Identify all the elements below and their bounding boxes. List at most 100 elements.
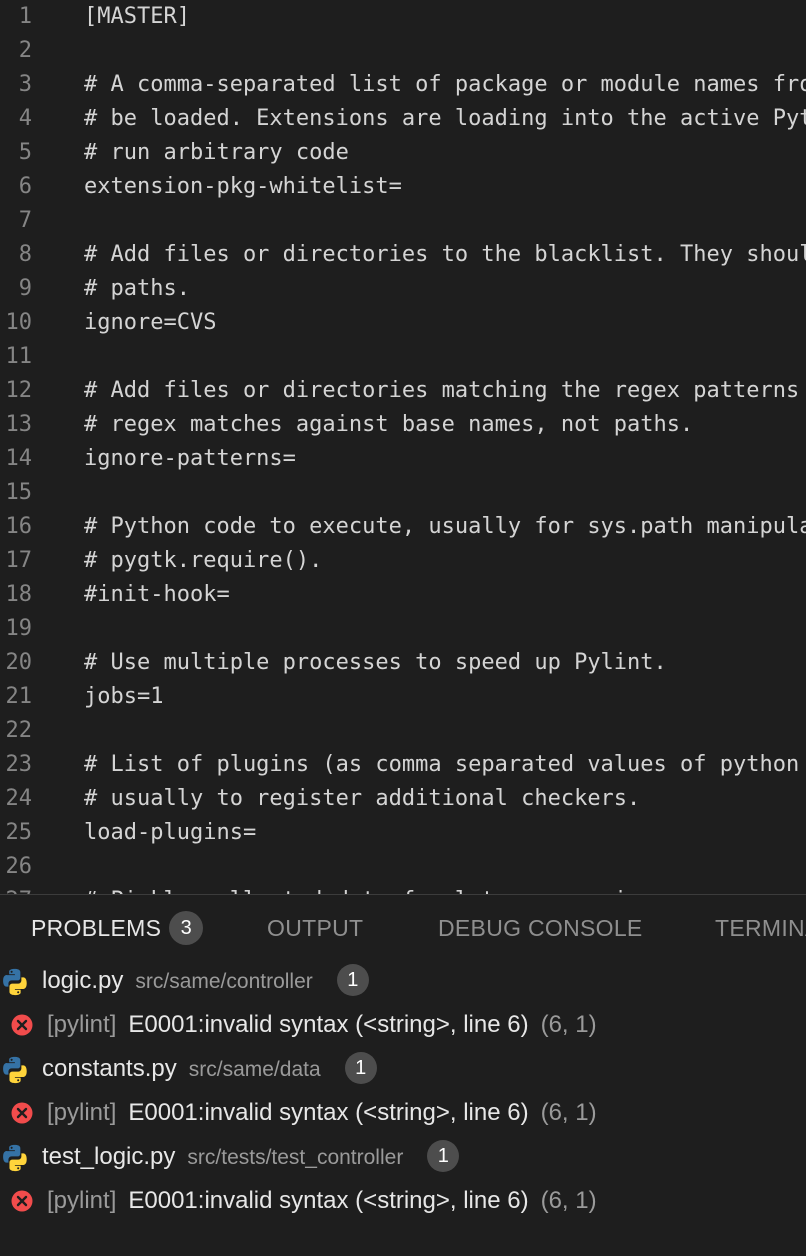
code-line[interactable]: 7 [0, 204, 806, 238]
problems-count-badge: 3 [169, 910, 204, 945]
line-number: 20 [5, 650, 33, 675]
tab-label: TERMINAL [715, 915, 806, 941]
panel-tabs: PROBLEMS 3 OUTPUT DEBUG CONSOLE TERMINAL [0, 895, 806, 959]
code-line[interactable]: 23 # List of plugins (as comma separated… [0, 748, 806, 782]
file-path: src/tests/test_controller [187, 1146, 404, 1169]
code-line[interactable]: 10 ignore=CVS [0, 306, 806, 340]
line-text[interactable]: jobs=1 [84, 680, 163, 714]
line-text[interactable]: # List of plugins (as comma separated va… [84, 748, 799, 782]
line-number: 21 [5, 684, 33, 709]
line-text[interactable]: # Use multiple processes to speed up Pyl… [84, 646, 667, 680]
line-text[interactable]: # Python code to execute, usually for sy… [84, 510, 806, 544]
code-line[interactable]: 4 # be loaded. Extensions are loading in… [0, 102, 806, 136]
line-number: 1 [18, 4, 32, 29]
line-text[interactable]: load-plugins= [84, 816, 256, 850]
problem-file-row[interactable]: logic.py src/same/controller 1 [0, 959, 806, 1003]
line-text[interactable]: # A comma-separated list of package or m… [84, 68, 806, 102]
code-line[interactable]: 5 # run arbitrary code [0, 136, 806, 170]
problem-item[interactable]: [pylint] E0001:invalid syntax (<string>, … [0, 1179, 806, 1223]
line-number: 14 [5, 446, 33, 471]
line-text[interactable]: # regex matches against base names, not … [84, 408, 693, 442]
code-line[interactable]: 25 load-plugins= [0, 816, 806, 850]
line-text[interactable]: # pygtk.require(). [84, 544, 322, 578]
tab-label: OUTPUT [267, 915, 364, 941]
code-line[interactable]: 20 # Use multiple processes to speed up … [0, 646, 806, 680]
line-text[interactable]: [MASTER] [84, 0, 190, 34]
error-icon [11, 1014, 33, 1036]
code-line[interactable]: 27 # Pickle collected data for later com… [0, 884, 806, 894]
problem-file-row[interactable]: test_logic.py src/tests/test_controller 1 [0, 1135, 806, 1179]
line-text[interactable]: #init-hook= [84, 578, 230, 612]
problem-text: [pylint] E0001:invalid syntax (<string>, … [47, 1003, 597, 1047]
code-line[interactable]: 9 # paths. [0, 272, 806, 306]
code-line[interactable]: 16 # Python code to execute, usually for… [0, 510, 806, 544]
code-line[interactable]: 26 [0, 850, 806, 884]
code-line[interactable]: 6 extension-pkg-whitelist= [0, 170, 806, 204]
problem-message: E0001:invalid syntax (<string>, line 6) [128, 1187, 529, 1214]
line-text[interactable]: ignore=CVS [84, 306, 216, 340]
tab-terminal[interactable]: TERMINAL [715, 895, 806, 959]
tab-label: PROBLEMS [31, 915, 162, 941]
file-name-group: logic.py src/same/controller 1 [42, 959, 369, 1004]
file-path: src/same/data [188, 1058, 321, 1081]
tab-output[interactable]: OUTPUT [267, 895, 363, 959]
code-line[interactable]: 18 #init-hook= [0, 578, 806, 612]
problem-item[interactable]: [pylint] E0001:invalid syntax (<string>, … [0, 1091, 806, 1135]
problem-list: logic.py src/same/controller 1 [pylint] E00… [0, 959, 806, 1223]
line-number: 27 [0, 884, 33, 894]
line-text[interactable]: # usually to register additional checker… [84, 782, 640, 816]
file-name: constants.py [42, 1055, 177, 1082]
code-line[interactable]: 3 # A comma-separated list of package or… [0, 68, 806, 102]
code-line[interactable]: 13 # regex matches against base names, n… [0, 408, 806, 442]
code-line[interactable]: 17 # pygtk.require(). [0, 544, 806, 578]
line-text[interactable]: # paths. [84, 272, 190, 306]
error-icon [11, 1190, 33, 1212]
line-number: 2 [18, 38, 32, 63]
line-text[interactable]: # Add files or directories to the blackl… [84, 238, 806, 272]
line-number: 16 [5, 514, 33, 539]
line-number: 26 [5, 854, 33, 879]
problem-count-badge: 1 [336, 963, 369, 996]
code-line[interactable]: 19 [0, 612, 806, 646]
line-number: 5 [18, 140, 32, 165]
code-line[interactable]: 2 [0, 34, 806, 68]
line-number: 13 [5, 412, 33, 437]
line-text[interactable]: extension-pkg-whitelist= [84, 170, 402, 204]
line-text[interactable]: ignore-patterns= [84, 442, 296, 476]
code-line[interactable]: 24 # usually to register additional chec… [0, 782, 806, 816]
tab-debug-console[interactable]: DEBUG CONSOLE [438, 895, 643, 959]
problem-source: [pylint] [47, 1011, 117, 1038]
problem-count-badge: 1 [344, 1051, 377, 1084]
line-number: 4 [18, 106, 32, 131]
tab-problems[interactable]: PROBLEMS 3 [31, 895, 204, 959]
line-text[interactable]: # Add files or directories matching the … [84, 374, 799, 408]
problem-text: [pylint] E0001:invalid syntax (<string>, … [47, 1091, 597, 1135]
code-line[interactable]: 15 [0, 476, 806, 510]
problem-item[interactable]: [pylint] E0001:invalid syntax (<string>, … [0, 1003, 806, 1047]
file-name-group: test_logic.py src/tests/test_controller 1 [42, 1135, 460, 1180]
code-line[interactable]: 11 [0, 340, 806, 374]
code-line[interactable]: 12 # Add files or directories matching t… [0, 374, 806, 408]
line-number: 11 [5, 344, 33, 369]
problem-count-badge: 1 [427, 1139, 460, 1172]
line-number: 25 [5, 820, 33, 845]
problem-text: [pylint] E0001:invalid syntax (<string>, … [47, 1179, 597, 1223]
line-number: 23 [5, 752, 33, 777]
file-name-group: constants.py src/same/data 1 [42, 1047, 377, 1092]
problem-message: E0001:invalid syntax (<string>, line 6) [128, 1011, 529, 1038]
line-text[interactable]: # run arbitrary code [84, 136, 349, 170]
problem-file-row[interactable]: constants.py src/same/data 1 [0, 1047, 806, 1091]
code-line[interactable]: 8 # Add files or directories to the blac… [0, 238, 806, 272]
code-line[interactable]: 21 jobs=1 [0, 680, 806, 714]
line-text[interactable]: # be loaded. Extensions are loading into… [84, 102, 806, 136]
line-number: 8 [18, 242, 32, 267]
line-number: 12 [5, 378, 33, 403]
code-line[interactable]: 1 [MASTER] [0, 0, 806, 34]
line-text[interactable]: # Pickle collected data for later compar… [84, 884, 693, 894]
code-line[interactable]: 14 ignore-patterns= [0, 442, 806, 476]
line-number: 3 [18, 72, 32, 97]
file-path: src/same/controller [135, 970, 313, 993]
code-editor[interactable]: 1 [MASTER] 2 3 # A comma-separated list … [0, 0, 806, 894]
code-line[interactable]: 22 [0, 714, 806, 748]
line-number: 10 [5, 310, 33, 335]
